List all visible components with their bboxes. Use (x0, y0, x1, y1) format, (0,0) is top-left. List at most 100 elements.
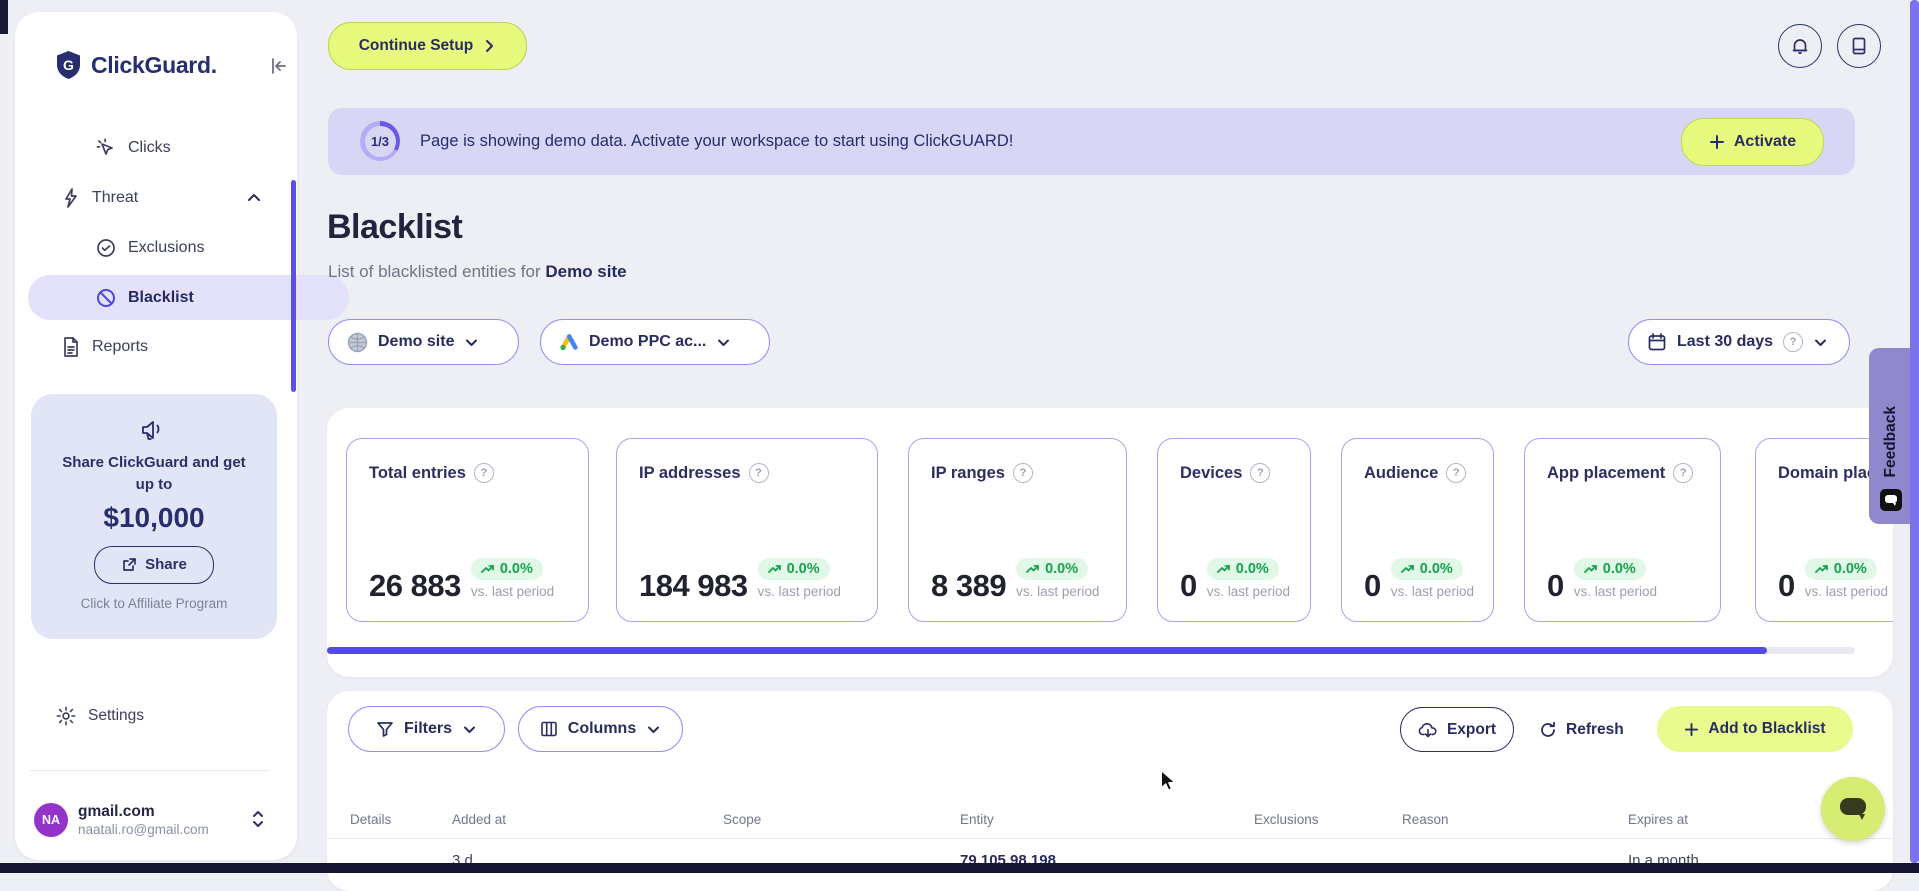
exclusions-badge-check-icon (95, 237, 117, 259)
columns-icon (540, 720, 558, 738)
feedback-label: Feedback (1882, 406, 1899, 478)
continue-setup-button[interactable]: Continue Setup (328, 22, 527, 70)
page-subtitle-site: Demo site (545, 262, 627, 281)
site-selector-value: Demo site (378, 333, 455, 350)
stats-horizontal-scrollbar[interactable] (327, 647, 1855, 654)
column-header-entity[interactable]: Entity (960, 800, 994, 838)
vs-last-period: vs. last period (470, 583, 555, 599)
export-label: Export (1446, 720, 1497, 738)
column-header-details[interactable]: Details (350, 800, 391, 838)
promo-footer[interactable]: Click to Affiliate Program (81, 596, 228, 611)
stat-label: IP ranges (931, 463, 1005, 482)
notifications-button[interactable] (1778, 24, 1822, 68)
chevron-up-down-icon[interactable] (251, 808, 265, 830)
export-button[interactable]: Export (1400, 707, 1514, 752)
vs-last-period: vs. last period (1804, 583, 1889, 599)
docs-button[interactable] (1837, 24, 1881, 68)
date-range-selector[interactable]: Last 30 days ? (1628, 319, 1850, 365)
trend-value: 0.0% (1419, 560, 1453, 577)
sidebar: G ClickGuard. Clicks Threat Exclusions B… (15, 12, 349, 860)
help-icon[interactable]: ? (1250, 463, 1271, 483)
share-label: Share (145, 556, 187, 573)
bell-icon (1790, 36, 1810, 56)
help-icon[interactable]: ? (1446, 463, 1467, 483)
svg-text:G: G (63, 57, 74, 73)
column-header-added-at[interactable]: Added at (452, 800, 506, 838)
banner-message: Page is showing demo data. Activate your… (420, 132, 1014, 150)
chevron-up-icon[interactable] (246, 190, 262, 206)
calendar-icon (1647, 332, 1667, 352)
page-subtitle-text: List of blacklisted entities for (328, 262, 541, 281)
chat-launcher-button[interactable] (1821, 777, 1885, 841)
activate-button[interactable]: Activate (1681, 118, 1824, 166)
avatar: NA (34, 803, 68, 837)
trend-value: 0.0% (1235, 560, 1269, 577)
filters-button[interactable]: Filters (348, 706, 505, 752)
collapse-sidebar-icon[interactable] (265, 52, 293, 80)
column-header-scope[interactable]: Scope (723, 800, 761, 838)
stat-card-total-entries: Total entries? 26 883 0.0% vs. last peri… (346, 438, 589, 622)
sidebar-item-label: Threat (92, 189, 139, 206)
logo-text: ClickGuard. (91, 51, 217, 78)
blacklist-blocked-icon (95, 287, 117, 309)
sidebar-item-clicks[interactable]: Clicks (15, 126, 377, 170)
stat-label: Devices (1180, 463, 1243, 482)
sidebar-item-label: Clicks (128, 139, 171, 156)
stat-value: 0 (1547, 568, 1564, 603)
refresh-button[interactable]: Refresh (1539, 707, 1624, 752)
chevron-down-icon (464, 335, 479, 350)
stat-label: Audience (1364, 463, 1439, 482)
help-icon[interactable]: ? (473, 463, 494, 483)
refresh-label: Refresh (1566, 720, 1624, 738)
stats-panel: Total entries? 26 883 0.0% vs. last peri… (327, 408, 1893, 677)
workspace-name: gmail.com (78, 803, 155, 820)
stats-scrollbar-thumb[interactable] (327, 647, 1767, 654)
stat-label: IP addresses (639, 463, 741, 482)
divider (30, 770, 270, 771)
sidebar-item-blacklist[interactable]: Blacklist (28, 275, 349, 320)
help-icon[interactable]: ? (748, 463, 769, 483)
sidebar-scrollbar[interactable] (291, 180, 296, 392)
share-button[interactable]: Share (94, 545, 214, 584)
column-header-expires-at[interactable]: Expires at (1628, 800, 1688, 838)
help-icon[interactable]: ? (1783, 332, 1804, 352)
filters-label: Filters (403, 720, 452, 737)
refresh-icon (1539, 721, 1557, 739)
ppc-account-selector[interactable]: Demo PPC ac... (540, 319, 770, 365)
help-icon[interactable]: ? (1673, 463, 1694, 483)
trend-badge: 0.0% (1206, 557, 1279, 580)
trend-badge: 0.0% (1016, 557, 1089, 580)
blacklist-table-panel: Filters Columns Export Refresh Add to Bl… (327, 691, 1893, 891)
site-selector[interactable]: Demo site (328, 319, 519, 365)
google-ads-icon (559, 333, 579, 351)
plus-icon (1684, 722, 1699, 737)
cloud-download-icon (1418, 721, 1438, 739)
demo-data-banner: 1/3 Page is showing demo data. Activate … (328, 108, 1855, 175)
stat-label: Total entries (369, 463, 466, 482)
column-header-reason[interactable]: Reason (1402, 800, 1449, 838)
page-scrollbar[interactable] (1910, 0, 1919, 863)
vs-last-period: vs. last period (1573, 583, 1658, 599)
trend-value: 0.0% (1602, 560, 1636, 577)
clicks-cursor-icon (95, 137, 117, 159)
trend-badge: 0.0% (1804, 557, 1877, 580)
activate-label: Activate (1733, 133, 1797, 150)
vs-last-period: vs. last period (1390, 583, 1475, 599)
book-icon (1850, 36, 1868, 56)
sidebar-item-exclusions[interactable]: Exclusions (15, 226, 377, 270)
trend-value: 0.0% (1833, 560, 1867, 577)
stat-value: 0 (1364, 568, 1381, 603)
logo[interactable]: G ClickGuard. (55, 48, 217, 82)
sidebar-item-label: Blacklist (128, 288, 194, 306)
user-menu[interactable]: NA gmail.com naatali.ro@gmail.com (15, 795, 297, 845)
add-to-blacklist-button[interactable]: Add to Blacklist (1657, 706, 1853, 752)
chevron-down-icon (716, 335, 731, 350)
feedback-tab[interactable]: Feedback (1869, 348, 1913, 524)
stat-card-audience: Audience? 0 0.0% vs. last period (1341, 438, 1494, 622)
column-header-exclusions[interactable]: Exclusions (1254, 800, 1319, 838)
columns-button[interactable]: Columns (518, 706, 683, 752)
reports-document-icon (61, 336, 81, 358)
help-icon[interactable]: ? (1012, 463, 1033, 483)
trend-value: 0.0% (1045, 560, 1079, 577)
sidebar-item-settings[interactable]: Settings (15, 694, 297, 738)
